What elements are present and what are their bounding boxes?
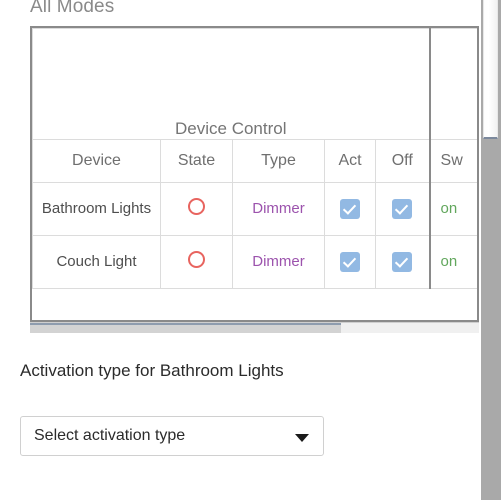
page-content: All Modes Device Control Device State Ty… <box>0 0 481 500</box>
column-header-sw[interactable]: Sw <box>429 139 477 183</box>
cell-sw: on <box>429 235 477 289</box>
column-header-device[interactable]: Device <box>32 139 161 183</box>
column-header-off[interactable]: Off <box>374 139 431 183</box>
device-table-scroll-container[interactable]: Device Control Device State Type Act Off… <box>30 26 479 322</box>
off-checkbox[interactable] <box>392 252 413 272</box>
page-title: All Modes <box>30 0 115 17</box>
device-control-table: Device Control Device State Type Act Off… <box>32 28 477 289</box>
group-header-device-control: Device Control <box>32 28 431 140</box>
column-header-state[interactable]: State <box>160 139 233 183</box>
table-header-row: Device State Type Act Off Sw <box>32 139 477 183</box>
activation-type-select[interactable]: Select activation type <box>20 416 324 456</box>
cell-type: Dimmer <box>232 182 325 236</box>
act-checkbox[interactable] <box>340 199 360 219</box>
cell-state <box>160 182 233 236</box>
cell-off <box>374 235 431 289</box>
table-group-header-row: Device Control <box>32 28 477 140</box>
table-row: Couch Light Dimmer on <box>32 235 477 289</box>
table-horizontal-scrollbar[interactable] <box>30 322 479 333</box>
activation-type-select-value: Select activation type <box>34 427 186 444</box>
column-header-act[interactable]: Act <box>324 139 376 183</box>
off-checkbox[interactable] <box>392 199 413 219</box>
cell-state <box>160 235 233 289</box>
circle-outline-icon <box>188 250 205 268</box>
page-vertical-scrollbar-thumb[interactable] <box>483 0 498 139</box>
page-vertical-scrollbar[interactable] <box>481 0 501 500</box>
table-horizontal-scrollbar-thumb[interactable] <box>30 323 341 333</box>
cell-device-name: Bathroom Lights <box>32 182 161 236</box>
cell-device-name: Couch Light <box>32 235 161 289</box>
activation-type-label: Activation type for Bathroom Lights <box>20 361 284 380</box>
group-header-empty <box>429 28 477 140</box>
act-checkbox[interactable] <box>340 252 360 272</box>
cell-act <box>324 182 376 236</box>
cell-off <box>374 182 431 236</box>
cell-sw: on <box>429 182 477 236</box>
table-row: Bathroom Lights Dimmer on <box>32 182 477 236</box>
column-header-type[interactable]: Type <box>232 139 325 183</box>
cell-act <box>324 235 376 289</box>
cell-type: Dimmer <box>232 235 325 289</box>
circle-outline-icon <box>188 197 205 215</box>
chevron-down-icon <box>295 434 309 442</box>
